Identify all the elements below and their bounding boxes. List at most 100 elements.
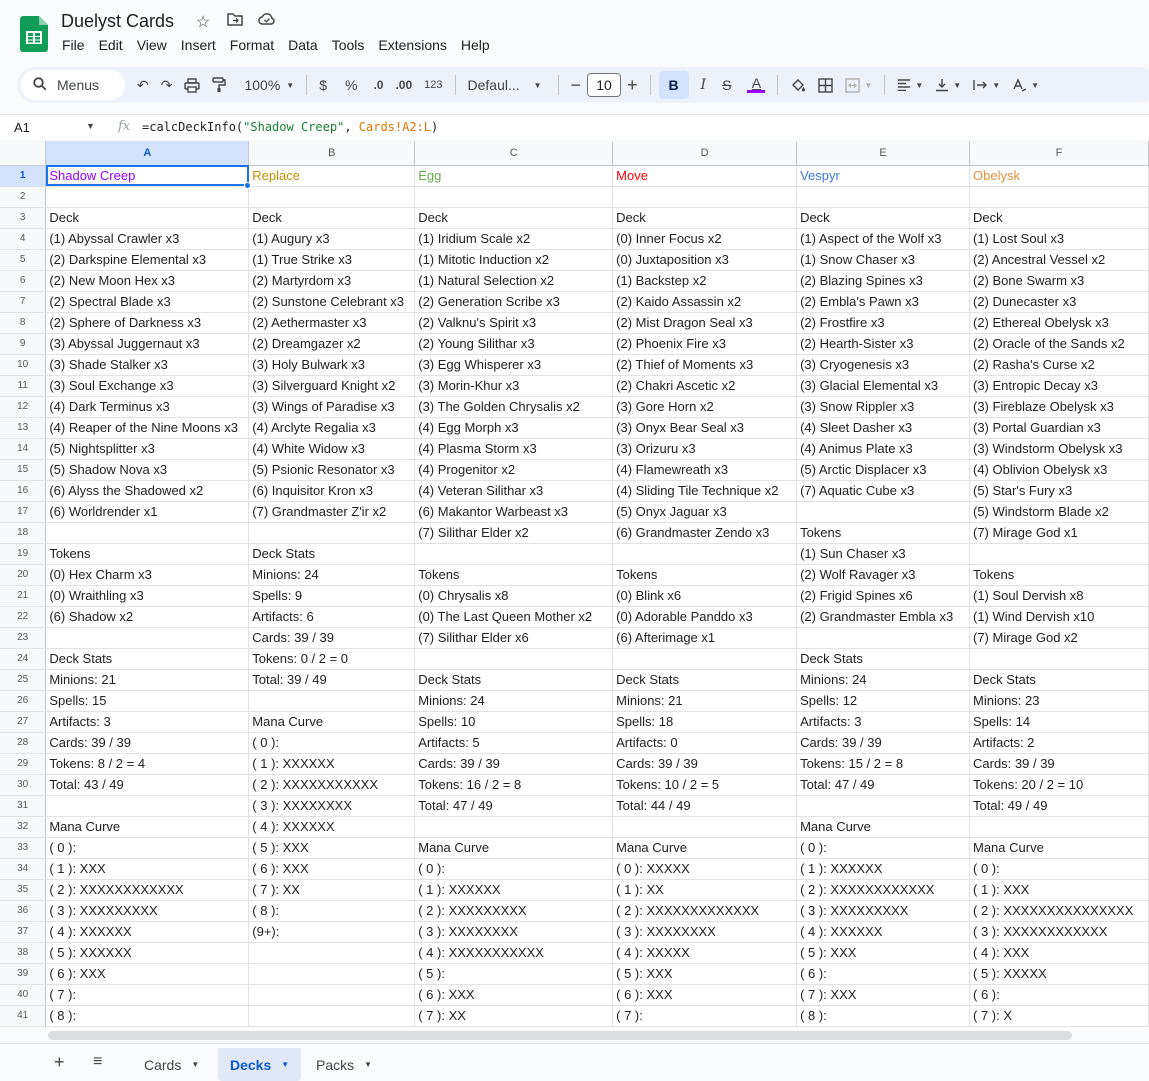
undo-icon[interactable]: ↶ bbox=[133, 71, 153, 99]
document-title[interactable]: Duelyst Cards bbox=[61, 11, 174, 32]
column-header-c[interactable]: C bbox=[414, 141, 614, 166]
cell-f25[interactable]: Deck Stats bbox=[969, 669, 1149, 691]
cell-a35[interactable]: ( 2 ): XXXXXXXXXXXX bbox=[45, 879, 250, 901]
row-header[interactable]: 22 bbox=[0, 606, 47, 628]
cell-c15[interactable]: (4) Progenitor x2 bbox=[414, 459, 614, 481]
percent-format-button[interactable]: % bbox=[341, 71, 361, 99]
cell-c31[interactable]: Total: 47 / 49 bbox=[414, 795, 614, 817]
cell-a22[interactable]: (6) Shadow x2 bbox=[45, 606, 250, 628]
cell-b20[interactable]: Minions: 24 bbox=[248, 564, 416, 586]
row-header[interactable]: 21 bbox=[0, 585, 47, 607]
cell-f18[interactable]: (7) Mirage God x1 bbox=[969, 522, 1149, 544]
cell-d7[interactable]: (2) Kaido Assassin x2 bbox=[612, 291, 798, 313]
cell-f15[interactable]: (4) Oblivion Obelysk x3 bbox=[969, 459, 1149, 481]
cell-d19[interactable] bbox=[612, 543, 798, 565]
cell-d6[interactable]: (1) Backstep x2 bbox=[612, 270, 798, 292]
cell-f11[interactable]: (3) Entropic Decay x3 bbox=[969, 375, 1149, 397]
row-header[interactable]: 36 bbox=[0, 900, 47, 922]
cell-b36[interactable]: ( 8 ): bbox=[248, 900, 416, 922]
cell-a29[interactable]: Tokens: 8 / 2 = 4 bbox=[45, 753, 250, 775]
cell-a40[interactable]: ( 7 ): bbox=[45, 984, 250, 1006]
cell-a1[interactable]: Shadow Creep bbox=[45, 165, 252, 189]
cell-f9[interactable]: (2) Oracle of the Sands x2 bbox=[969, 333, 1149, 355]
cell-e23[interactable] bbox=[796, 627, 970, 649]
cell-c25[interactable]: Deck Stats bbox=[414, 669, 614, 691]
row-header[interactable]: 27 bbox=[0, 711, 47, 733]
cell-f10[interactable]: (2) Rasha's Curse x2 bbox=[969, 354, 1149, 376]
redo-icon[interactable]: ↷ bbox=[157, 71, 177, 99]
cell-c33[interactable]: Mana Curve bbox=[414, 837, 614, 859]
cell-d40[interactable]: ( 6 ): XXX bbox=[612, 984, 798, 1006]
cell-d27[interactable]: Spells: 18 bbox=[612, 711, 798, 733]
name-box[interactable]: A1 bbox=[14, 120, 94, 135]
chevron-down-icon[interactable]: ▼ bbox=[281, 1060, 289, 1069]
cell-e40[interactable]: ( 7 ): XXX bbox=[796, 984, 970, 1006]
cell-a7[interactable]: (2) Spectral Blade x3 bbox=[45, 291, 250, 313]
row-header[interactable]: 40 bbox=[0, 984, 47, 1006]
cell-c35[interactable]: ( 1 ): XXXXXX bbox=[414, 879, 614, 901]
cell-b10[interactable]: (3) Holy Bulwark x3 bbox=[248, 354, 416, 376]
cell-c4[interactable]: (1) Iridium Scale x2 bbox=[414, 228, 614, 250]
menu-data[interactable]: Data bbox=[288, 37, 318, 53]
move-folder-icon[interactable] bbox=[224, 12, 246, 32]
cell-c30[interactable]: Tokens: 16 / 2 = 8 bbox=[414, 774, 614, 796]
cell-f36[interactable]: ( 2 ): XXXXXXXXXXXXXXX bbox=[969, 900, 1149, 922]
cell-e6[interactable]: (2) Blazing Spines x3 bbox=[796, 270, 970, 292]
cell-c18[interactable]: (7) Silithar Elder x2 bbox=[414, 522, 614, 544]
cell-d15[interactable]: (4) Flamewreath x3 bbox=[612, 459, 798, 481]
cell-c36[interactable]: ( 2 ): XXXXXXXXX bbox=[414, 900, 614, 922]
cell-d13[interactable]: (3) Onyx Bear Seal x3 bbox=[612, 417, 798, 439]
cell-d38[interactable]: ( 4 ): XXXXX bbox=[612, 942, 798, 964]
cell-b37[interactable]: (9+): bbox=[248, 921, 416, 943]
menu-extensions[interactable]: Extensions bbox=[378, 37, 446, 53]
cell-f37[interactable]: ( 3 ): XXXXXXXXXXXX bbox=[969, 921, 1149, 943]
cell-b12[interactable]: (3) Wings of Paradise x3 bbox=[248, 396, 416, 418]
cell-d10[interactable]: (2) Thief of Moments x3 bbox=[612, 354, 798, 376]
cell-a26[interactable]: Spells: 15 bbox=[45, 690, 250, 712]
text-rotation-icon[interactable]: ▼ bbox=[1008, 71, 1043, 99]
chevron-down-icon[interactable]: ▼ bbox=[364, 1060, 372, 1069]
sheets-logo-icon[interactable] bbox=[20, 16, 48, 52]
menu-file[interactable]: File bbox=[62, 37, 85, 53]
merge-cells-icon[interactable]: ▼ bbox=[841, 71, 876, 99]
cell-c27[interactable]: Spells: 10 bbox=[414, 711, 614, 733]
cell-b31[interactable]: ( 3 ): XXXXXXXX bbox=[248, 795, 416, 817]
cell-f13[interactable]: (3) Portal Guardian x3 bbox=[969, 417, 1149, 439]
cell-c8[interactable]: (2) Valknu's Spirit x3 bbox=[414, 312, 614, 334]
cell-c2[interactable] bbox=[414, 186, 614, 208]
horizontal-scrollbar[interactable] bbox=[48, 1031, 1072, 1040]
menu-tools[interactable]: Tools bbox=[332, 37, 365, 53]
add-sheet-button[interactable]: + bbox=[54, 1052, 65, 1073]
cell-e28[interactable]: Cards: 39 / 39 bbox=[796, 732, 970, 754]
menu-format[interactable]: Format bbox=[230, 37, 274, 53]
cell-b25[interactable]: Total: 39 / 49 bbox=[248, 669, 416, 691]
cell-f41[interactable]: ( 7 ): X bbox=[969, 1005, 1149, 1027]
zoom-select[interactable]: 100% ▼ bbox=[240, 71, 298, 99]
cell-d18[interactable]: (6) Grandmaster Zendo x3 bbox=[612, 522, 798, 544]
cell-a3[interactable]: Deck bbox=[45, 207, 250, 229]
cell-c9[interactable]: (2) Young Silithar x3 bbox=[414, 333, 614, 355]
row-header[interactable]: 4 bbox=[0, 228, 47, 250]
row-header[interactable]: 35 bbox=[0, 879, 47, 901]
text-color-button[interactable]: A bbox=[743, 71, 769, 99]
cell-b9[interactable]: (2) Dreamgazer x2 bbox=[248, 333, 416, 355]
row-header[interactable]: 37 bbox=[0, 921, 47, 943]
row-header[interactable]: 11 bbox=[0, 375, 47, 397]
cell-b11[interactable]: (3) Silverguard Knight x2 bbox=[248, 375, 416, 397]
increase-decimal-button[interactable]: .00 bbox=[391, 71, 416, 99]
cell-f20[interactable]: Tokens bbox=[969, 564, 1149, 586]
cell-f29[interactable]: Cards: 39 / 39 bbox=[969, 753, 1149, 775]
row-header[interactable]: 14 bbox=[0, 438, 47, 460]
cell-f14[interactable]: (3) Windstorm Obelysk x3 bbox=[969, 438, 1149, 460]
cell-c37[interactable]: ( 3 ): XXXXXXXX bbox=[414, 921, 614, 943]
cell-b3[interactable]: Deck bbox=[248, 207, 416, 229]
menu-help[interactable]: Help bbox=[461, 37, 490, 53]
cell-c32[interactable] bbox=[414, 816, 614, 838]
cell-b39[interactable] bbox=[248, 963, 416, 985]
menu-insert[interactable]: Insert bbox=[181, 37, 216, 53]
cell-c14[interactable]: (4) Plasma Storm x3 bbox=[414, 438, 614, 460]
vertical-align-icon[interactable]: ▼ bbox=[931, 71, 965, 99]
cell-f21[interactable]: (1) Soul Dervish x8 bbox=[969, 585, 1149, 607]
menu-view[interactable]: View bbox=[137, 37, 167, 53]
cell-b21[interactable]: Spells: 9 bbox=[248, 585, 416, 607]
